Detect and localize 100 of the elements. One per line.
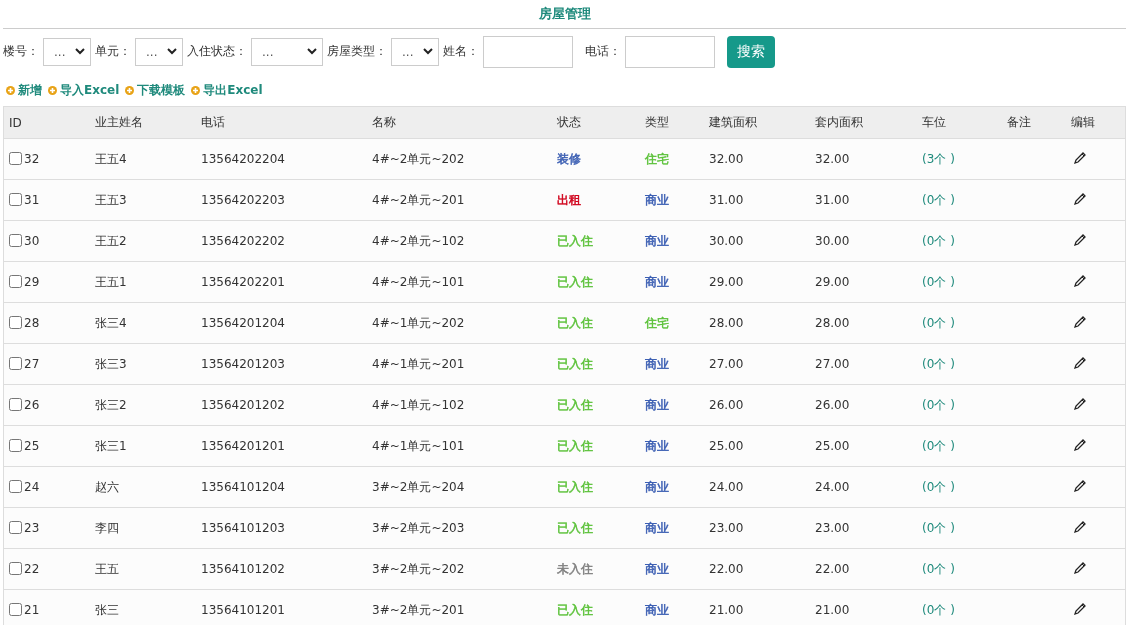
house-name: 4#~1单元~102 (372, 397, 465, 412)
input-field[interactable] (483, 35, 573, 68)
column-header: 电话 (201, 115, 225, 129)
id-text: 32 (24, 152, 40, 166)
phone-number: 13564202203 (201, 193, 285, 207)
filter-label: 电话： (585, 43, 621, 60)
parking-count: (3个 ) (922, 151, 955, 166)
house-name: 4#~1单元~201 (372, 356, 465, 371)
action-link[interactable]: 新增 (18, 82, 42, 99)
phone-number: 13564101203 (201, 521, 285, 535)
row-checkbox[interactable] (9, 398, 22, 411)
input-field[interactable] (625, 35, 715, 68)
edit-button[interactable] (1073, 191, 1087, 206)
action-link[interactable]: 下载模板 (137, 82, 186, 99)
row-checkbox[interactable] (9, 603, 22, 616)
parking-count: (0个 ) (922, 520, 955, 535)
house-name: 4#~2单元~102 (372, 233, 465, 248)
row-checkbox[interactable] (9, 357, 22, 370)
phone-number: 13564202202 (201, 234, 285, 248)
dropdown[interactable]: ... (391, 37, 439, 66)
filter-label: 楼号： (3, 43, 39, 60)
area-value: 21.00 (709, 603, 744, 617)
owner-name: 李四 (95, 520, 119, 535)
house-name: 4#~1单元~101 (372, 438, 465, 453)
parking-count: (0个 ) (922, 192, 955, 207)
row-checkbox[interactable] (9, 562, 22, 575)
edit-button[interactable] (1073, 232, 1087, 247)
edit-button[interactable] (1073, 601, 1087, 616)
filter-label: 姓名： (443, 43, 479, 60)
area-value: 24.00 (815, 480, 850, 494)
owner-name: 王五4 (95, 151, 127, 166)
column-header: 车位 (922, 115, 946, 129)
edit-button[interactable] (1073, 519, 1087, 534)
edit-button[interactable] (1073, 560, 1087, 575)
row-checkbox[interactable] (9, 152, 22, 165)
column-header: 业主姓名 (95, 115, 143, 129)
row-checkbox[interactable] (9, 193, 22, 206)
id-text: 25 (24, 439, 40, 453)
status-text: 装修 (557, 151, 581, 166)
type-text: 商业 (645, 438, 669, 453)
parking-count: (0个 ) (922, 602, 955, 617)
area-value: 32.00 (815, 152, 850, 166)
area-value: 23.00 (709, 521, 744, 535)
row-checkbox[interactable] (9, 480, 22, 493)
edit-button[interactable] (1073, 150, 1087, 165)
id-text: 31 (24, 193, 40, 207)
column-header: ID (9, 115, 22, 130)
parking-count: (0个 ) (922, 561, 955, 576)
plus-icon (6, 86, 15, 95)
area-value: 25.00 (815, 439, 850, 453)
status-text: 已入住 (557, 356, 593, 371)
phone-number: 13564101204 (201, 480, 285, 494)
id-text: 28 (24, 316, 40, 330)
column-header: 编辑 (1071, 115, 1095, 129)
owner-name: 王五3 (95, 192, 127, 207)
row-checkbox[interactable] (9, 316, 22, 329)
action-link[interactable]: 导入Excel (60, 82, 120, 99)
chevron-down-icon (75, 48, 85, 55)
type-text: 商业 (645, 602, 669, 617)
row-checkbox[interactable] (9, 521, 22, 534)
parking-count: (0个 ) (922, 233, 955, 248)
owner-name: 王五1 (95, 274, 127, 289)
page-title: 房屋管理 (537, 5, 592, 23)
status-text: 出租 (557, 192, 581, 207)
status-text: 已入住 (557, 233, 593, 248)
area-value: 31.00 (709, 193, 744, 207)
area-value: 24.00 (709, 480, 744, 494)
house-name: 3#~2单元~202 (372, 561, 465, 576)
owner-name: 张三2 (95, 397, 127, 412)
column-header: 建筑面积 (709, 115, 757, 129)
id-text: 30 (24, 234, 40, 248)
owner-name: 赵六 (95, 479, 119, 494)
id-text: 27 (24, 357, 40, 371)
area-value: 21.00 (815, 603, 850, 617)
search-button[interactable]: 搜索 (727, 35, 775, 68)
action-link[interactable]: 导出Excel (203, 82, 263, 99)
area-value: 23.00 (815, 521, 850, 535)
dropdown[interactable]: ... (43, 37, 91, 66)
row-checkbox[interactable] (9, 275, 22, 288)
column-header: 套内面积 (815, 115, 863, 129)
edit-button[interactable] (1073, 396, 1087, 411)
edit-button[interactable] (1073, 314, 1087, 329)
house-name: 4#~2单元~201 (372, 192, 465, 207)
id-text: 26 (24, 398, 40, 412)
area-value: 30.00 (709, 234, 744, 248)
row-checkbox[interactable] (9, 234, 22, 247)
edit-button[interactable] (1073, 355, 1087, 370)
row-checkbox[interactable] (9, 439, 22, 452)
plus-icon (191, 86, 201, 95)
edit-button[interactable] (1073, 273, 1087, 288)
filter-label: 房屋类型： (327, 43, 387, 60)
dropdown[interactable]: ... (135, 37, 183, 66)
house-name: 4#~1单元~202 (372, 315, 465, 330)
edit-button[interactable] (1073, 437, 1087, 452)
edit-button[interactable] (1073, 478, 1087, 493)
phone-number: 13564202204 (201, 152, 285, 166)
chevron-down-icon (423, 48, 433, 55)
dropdown[interactable]: ... (251, 37, 323, 66)
area-value: 31.00 (815, 193, 850, 207)
type-text: 商业 (645, 274, 669, 289)
